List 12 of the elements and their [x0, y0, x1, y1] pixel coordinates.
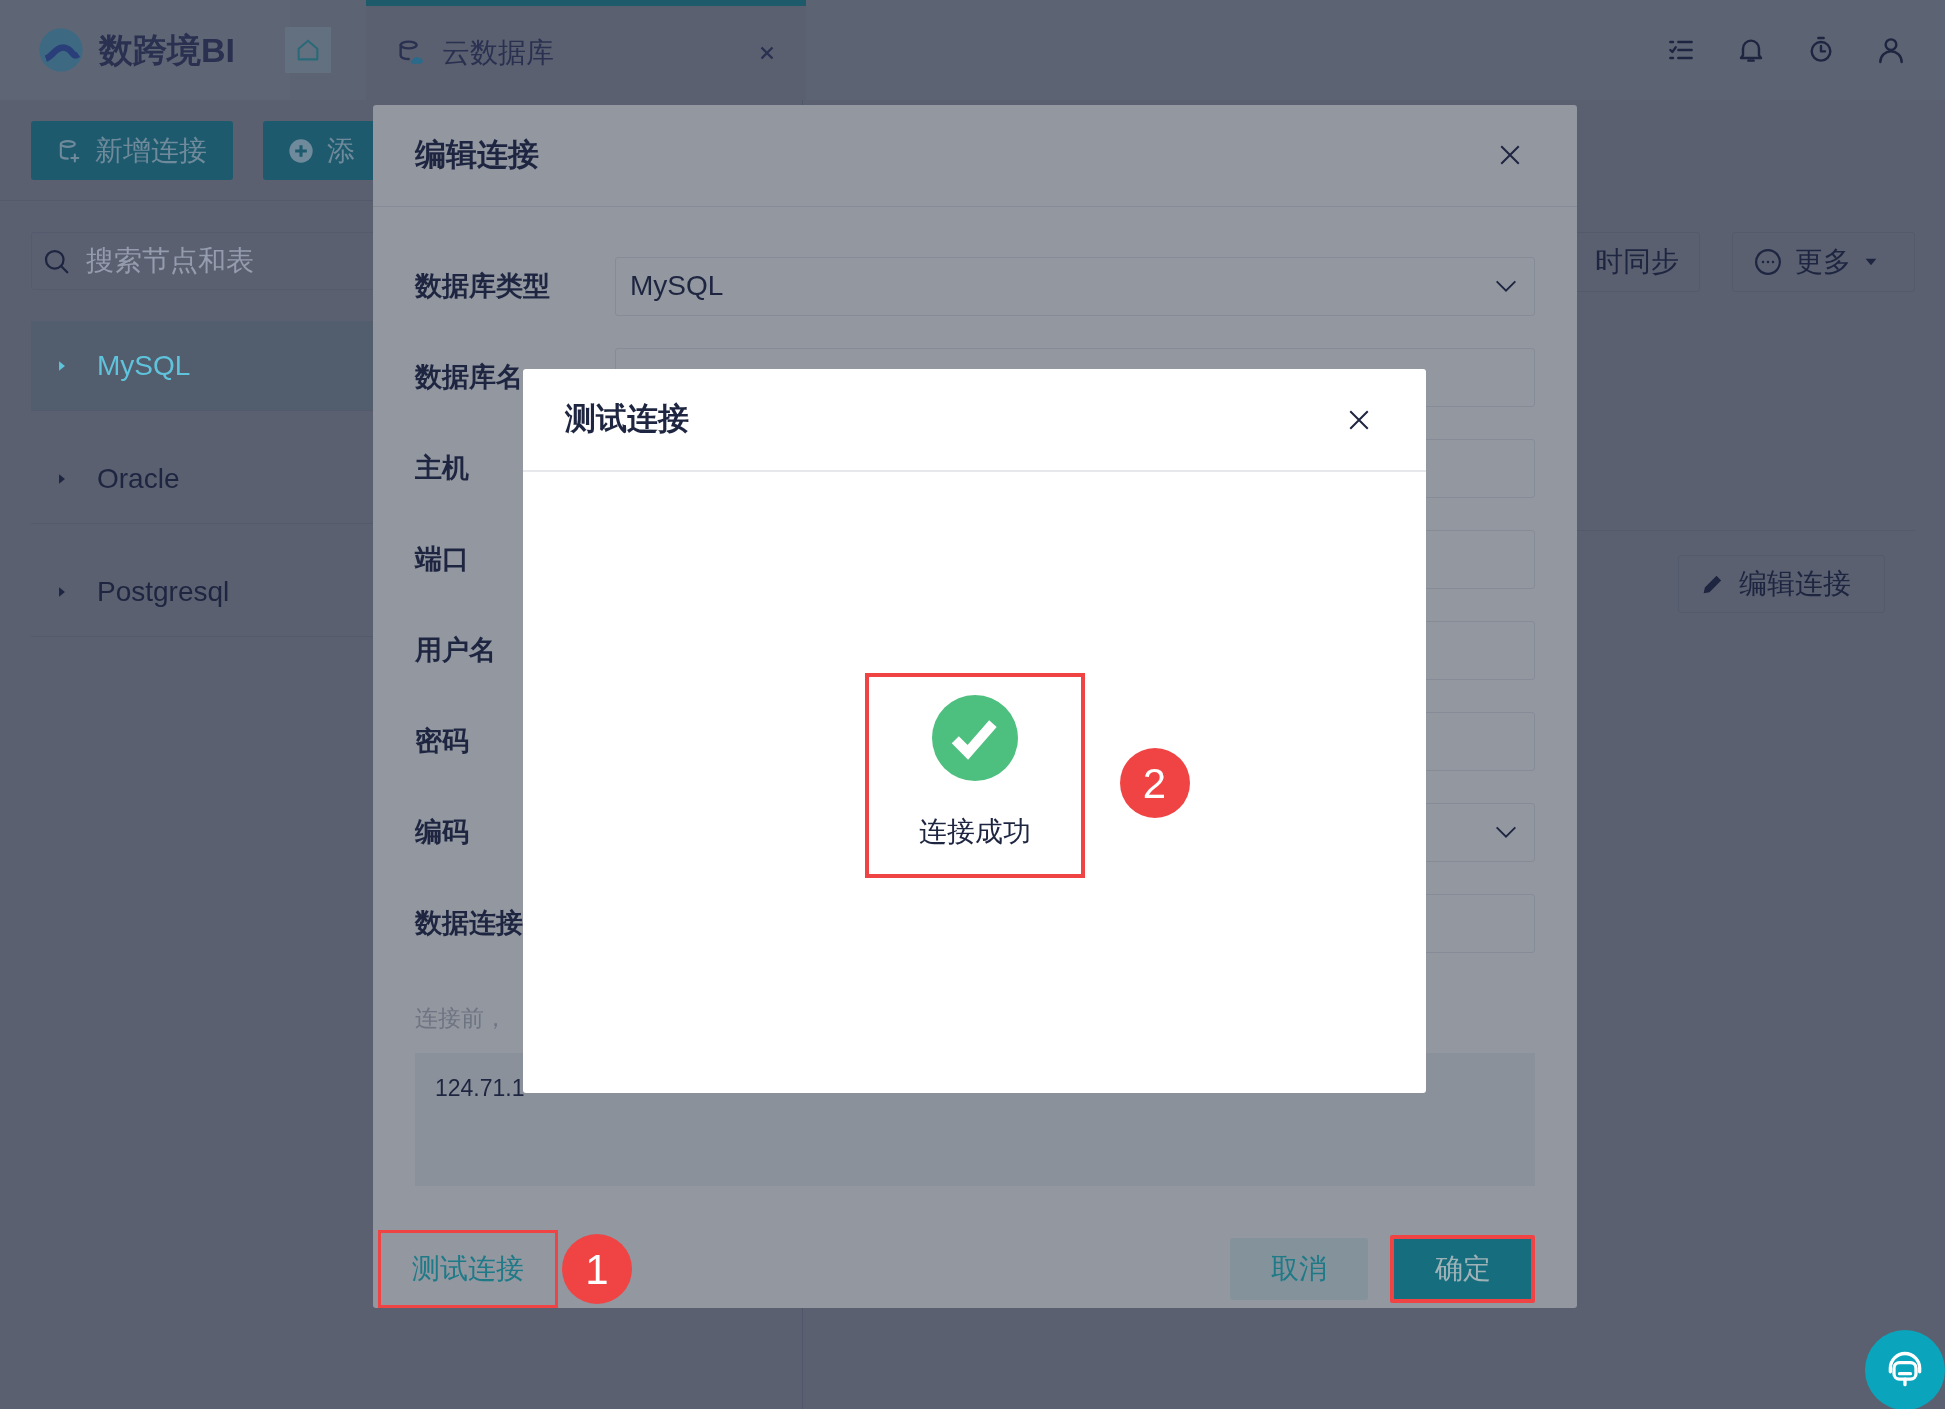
- field-label: 端口: [415, 543, 470, 576]
- field-label: 主机: [415, 452, 470, 485]
- result-message: 连接成功: [918, 815, 1031, 849]
- field-label: 数据库名: [415, 361, 524, 394]
- dialog-title: 测试连接: [565, 400, 689, 439]
- step-badge: 1: [562, 1234, 632, 1304]
- field-label: 编码: [415, 816, 470, 849]
- field-label: 数据库类型: [415, 270, 551, 303]
- field-label: 密码: [415, 725, 470, 758]
- field-label: 数据连接: [415, 907, 524, 940]
- field-label: 用户名: [415, 634, 497, 667]
- step-badge: 2: [1119, 748, 1190, 818]
